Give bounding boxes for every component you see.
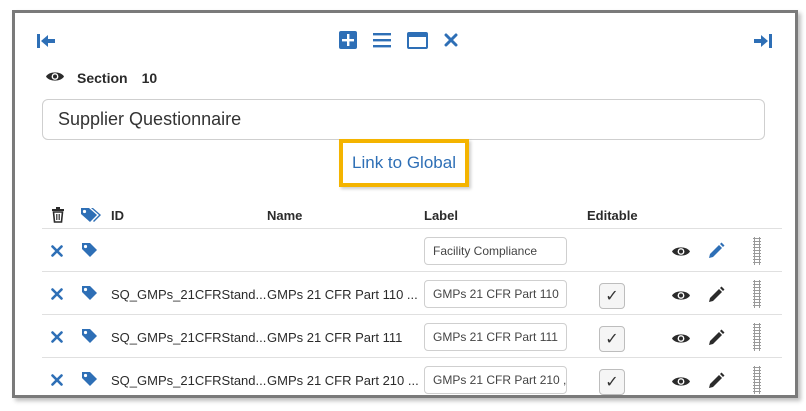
eye-icon[interactable] <box>45 70 65 86</box>
editable-checkbox[interactable]: ✓ <box>599 369 625 395</box>
drag-handle-icon[interactable] <box>753 323 761 351</box>
window-icon[interactable] <box>405 29 429 51</box>
remove-row-icon[interactable] <box>49 370 65 390</box>
eye-icon[interactable] <box>669 241 693 261</box>
list-icon[interactable] <box>371 29 393 51</box>
pencil-icon[interactable] <box>705 327 727 349</box>
close-icon[interactable] <box>440 29 462 51</box>
drag-handle-icon[interactable] <box>753 280 761 308</box>
row-label-input[interactable]: Facility Compliance <box>424 237 567 265</box>
row-name: GMPs 21 CFR Part 111 <box>267 330 403 345</box>
row-separator <box>42 357 782 358</box>
row-id: SQ_GMPs_21CFRStand... <box>111 330 267 345</box>
trash-icon[interactable] <box>50 205 66 225</box>
row-label-value: GMPs 21 CFR Part 111 <box>433 330 558 344</box>
row-id: SQ_GMPs_21CFRStand... <box>111 373 267 388</box>
window-frame: Section 10 Link to Global ID Name Label … <box>12 10 798 398</box>
remove-row-icon[interactable] <box>49 327 65 347</box>
remove-row-icon[interactable] <box>49 241 65 261</box>
row-label-value: GMPs 21 CFR Part 210 , <box>433 373 567 387</box>
tags-icon[interactable] <box>79 205 103 225</box>
expand-right-icon[interactable] <box>752 30 774 52</box>
editable-checkbox[interactable]: ✓ <box>599 283 625 309</box>
section-panel: Section 10 Link to Global ID Name Label … <box>15 13 795 395</box>
row-label-input[interactable]: GMPs 21 CFR Part 111 <box>424 323 567 351</box>
row-label-value: GMPs 21 CFR Part 110 <box>433 287 559 301</box>
tag-icon[interactable] <box>79 240 99 260</box>
tag-icon[interactable] <box>79 283 99 303</box>
tag-icon[interactable] <box>79 326 99 346</box>
column-header-editable: Editable <box>587 208 638 223</box>
row-id: SQ_GMPs_21CFRStand... <box>111 287 267 302</box>
add-icon[interactable] <box>337 29 359 51</box>
pencil-icon[interactable] <box>705 240 727 262</box>
section-number: 10 <box>141 70 158 86</box>
remove-row-icon[interactable] <box>49 284 65 304</box>
row-name: GMPs 21 CFR Part 210 ... <box>267 373 419 388</box>
column-header-label: Label <box>424 208 458 223</box>
drag-handle-icon[interactable] <box>753 366 761 394</box>
row-separator <box>42 314 782 315</box>
pencil-icon[interactable] <box>705 284 727 306</box>
eye-icon[interactable] <box>669 285 693 305</box>
row-separator <box>42 271 782 272</box>
tag-icon[interactable] <box>79 369 99 389</box>
collapse-left-icon[interactable] <box>35 30 57 52</box>
row-label-input[interactable]: GMPs 21 CFR Part 210 , <box>424 366 567 394</box>
section-label: Section <box>77 70 128 86</box>
eye-icon[interactable] <box>669 371 693 391</box>
column-header-name: Name <box>267 208 303 223</box>
link-to-global-link[interactable]: Link to Global <box>352 153 456 173</box>
row-separator <box>42 228 782 229</box>
row-name: GMPs 21 CFR Part 110 ... <box>267 287 418 302</box>
row-label-input[interactable]: GMPs 21 CFR Part 110 <box>424 280 567 308</box>
drag-handle-icon[interactable] <box>753 237 761 265</box>
row-label-value: Facility Compliance <box>433 244 538 258</box>
link-highlight: Link to Global <box>339 139 469 187</box>
editable-checkbox[interactable]: ✓ <box>599 326 625 352</box>
section-header: Section 10 <box>45 68 157 88</box>
section-title-input[interactable] <box>42 99 765 140</box>
eye-icon[interactable] <box>669 328 693 348</box>
column-header-id: ID <box>111 208 124 223</box>
pencil-icon[interactable] <box>705 370 727 392</box>
